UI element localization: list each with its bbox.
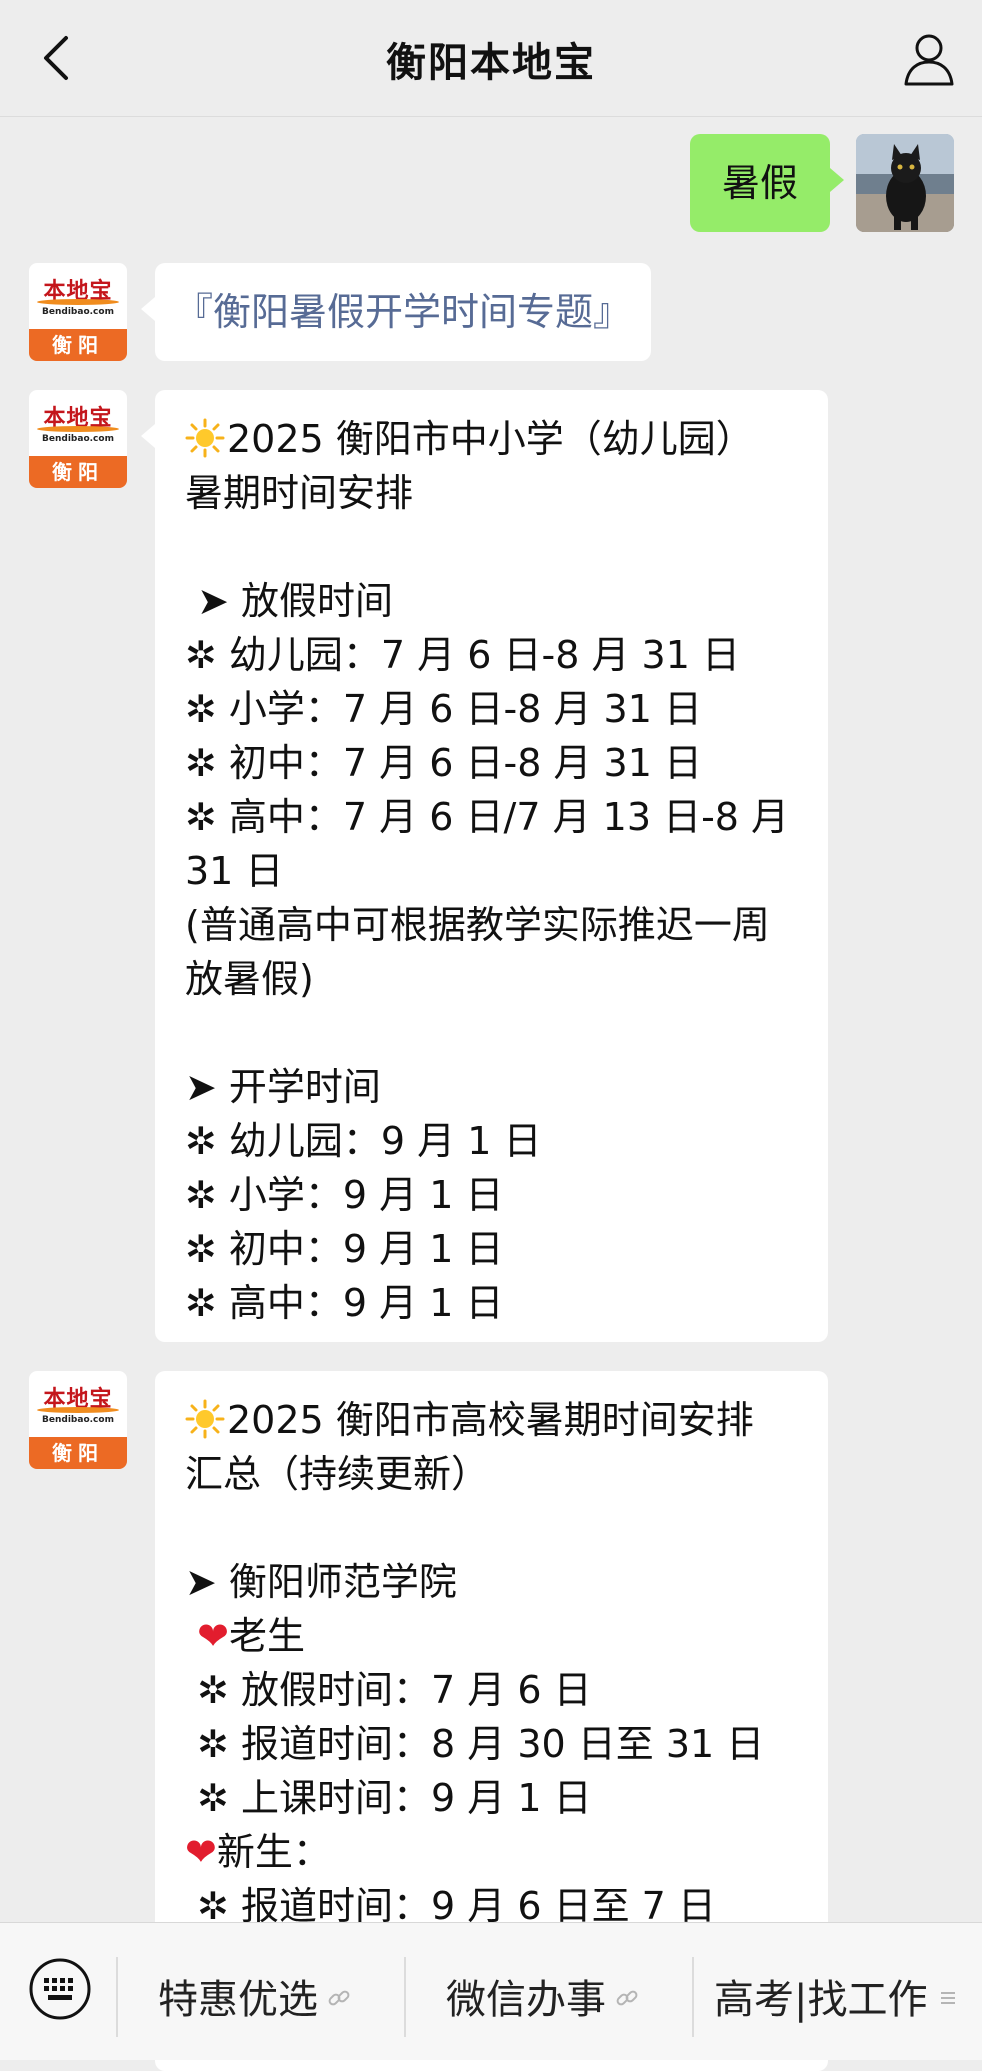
message-line: ✲ 幼儿园：9 月 1 日 — [185, 1119, 542, 1163]
message-line: ✲ 高中：7 月 6 日/7 月 13 日-8 月 — [185, 795, 790, 839]
message-line: ✲ 报道时间：8 月 30 日至 31 日 — [185, 1722, 765, 1766]
user-message-text: 暑假 — [721, 161, 798, 205]
message-line: 放暑假) — [185, 957, 314, 1001]
message-line: 汇总（持续更新） — [185, 1452, 490, 1496]
menu-divider — [404, 1957, 406, 2037]
account-avatar[interactable]: 本地宝 Bendibao.com 衡阳 — [29, 1371, 127, 1469]
message-line: ✲ 上课时间：9 月 1 日 — [185, 1776, 592, 1820]
message-line: ✲ 初中：7 月 6 日-8 月 31 日 — [185, 741, 702, 785]
menu-item-exam-jobs[interactable]: 高考|找工作 — [714, 1967, 961, 2025]
avatar-url: Bendibao.com — [42, 307, 114, 317]
message-line: ❤新生： — [185, 1830, 331, 1874]
avatar-swoosh — [37, 426, 119, 432]
message-line: (普通高中可根据教学实际推迟一周 — [185, 903, 770, 947]
message-line: 2025 衡阳市高校暑期时间安排 — [185, 1393, 764, 1447]
section-heading: ➤ 放假时间 — [185, 579, 393, 623]
person-icon[interactable] — [898, 28, 960, 90]
section-heading: ➤ 衡阳师范学院 — [185, 1560, 457, 1604]
avatar-swoosh — [37, 299, 119, 305]
chat-header: 衡阳本地宝 — [0, 0, 982, 117]
message-line: ✲ 小学：7 月 6 日-8 月 31 日 — [185, 687, 702, 731]
avatar-url: Bendibao.com — [42, 434, 114, 444]
account-avatar[interactable]: 本地宝 Bendibao.com 衡阳 — [29, 263, 127, 361]
keyboard-icon[interactable] — [28, 1957, 92, 2021]
link-icon — [328, 1990, 350, 2006]
avatar-city: 衡阳 — [29, 329, 127, 361]
message-line: ❤老生 — [197, 1614, 305, 1658]
menu-divider — [116, 1957, 118, 2037]
avatar-swoosh — [37, 1407, 119, 1413]
message-line: ✲ 初中：9 月 1 日 — [185, 1227, 504, 1271]
menu-divider — [692, 1957, 694, 2037]
bottom-menu-bar: 特惠优选 微信办事 高考|找工作 — [0, 1922, 982, 2060]
message-line: ✲ 高中：9 月 1 日 — [185, 1281, 504, 1325]
chat-title: 衡阳本地宝 — [386, 40, 596, 86]
cat-photo — [856, 134, 954, 232]
user-avatar[interactable] — [856, 134, 954, 232]
sun-icon — [185, 1399, 225, 1439]
message-line: 暑期时间安排 — [185, 471, 414, 515]
message-line: ✲ 幼儿园：7 月 6 日-8 月 31 日 — [185, 633, 740, 677]
avatar-city: 衡阳 — [29, 1437, 127, 1469]
message-line: ✲ 小学：9 月 1 日 — [185, 1173, 504, 1217]
message-line: ✲ 放假时间：7 月 6 日 — [185, 1668, 592, 1712]
heart-icon: ❤ — [197, 1614, 229, 1658]
menu-item-deals[interactable]: 特惠优选 — [158, 1967, 352, 2025]
message-line: 31 日 — [185, 849, 284, 893]
account-avatar[interactable]: 本地宝 Bendibao.com 衡阳 — [29, 390, 127, 488]
avatar-url: Bendibao.com — [42, 1415, 114, 1425]
menu-lines-icon — [941, 1992, 956, 2004]
topic-message-bubble[interactable]: 『衡阳暑假开学时间专题』 — [141, 263, 651, 361]
topic-link[interactable]: 『衡阳暑假开学时间专题』 — [175, 285, 631, 339]
sun-icon — [185, 418, 225, 458]
message-line: 2025 衡阳市中小学（幼儿园） — [185, 412, 789, 466]
k12-schedule-message[interactable]: 2025 衡阳市中小学（幼儿园） 暑期时间安排 ➤ 放假时间 ✲ 幼儿园：7 月… — [141, 390, 828, 1342]
avatar-city: 衡阳 — [29, 456, 127, 488]
heart-icon: ❤ — [185, 1830, 217, 1874]
link-icon — [616, 1990, 638, 2006]
section-heading: ➤ 开学时间 — [185, 1065, 381, 1109]
user-message-bubble[interactable]: 暑假 — [690, 134, 844, 232]
menu-item-services[interactable]: 微信办事 — [446, 1967, 640, 2025]
